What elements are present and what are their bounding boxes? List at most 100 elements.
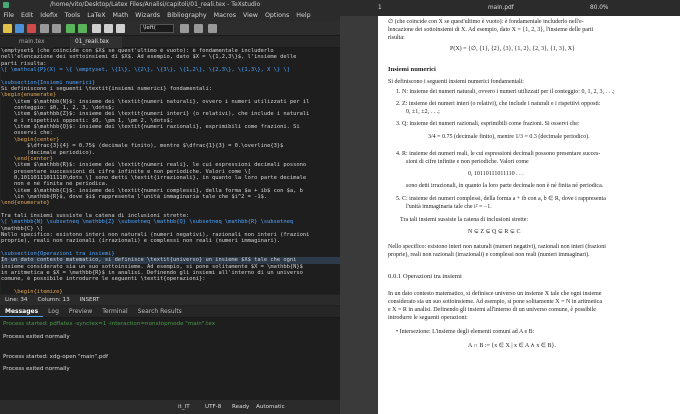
tab-preview[interactable]: Preview bbox=[64, 306, 97, 317]
texstudio-app-icon bbox=[3, 2, 9, 8]
app-status-bar: it_IT UTF-8 Ready Automatic bbox=[0, 400, 340, 414]
pdf-text-line: N ⊊ Z ⊊ Q ⊊ R ⊊ C bbox=[468, 229, 521, 235]
pdf-text-line: proprie), reali non razionali (irraziona… bbox=[388, 252, 590, 258]
code-line[interactable]: \item $\mathbb{R}$: insieme dei \textit{… bbox=[1, 162, 340, 168]
pdf-text-line: sioni di cifre infinite e non periodiche… bbox=[406, 159, 529, 165]
pdf-text-line: A ∩ B := {x ∈ X | x ∈ A ∧ x ∈ B}. bbox=[468, 343, 556, 349]
build-view-icon[interactable] bbox=[78, 24, 87, 33]
pdf-text-line: 3. Q: insieme dei numeri razionali, espr… bbox=[396, 121, 580, 127]
encoding-indicator[interactable]: UTF-8 bbox=[205, 400, 221, 414]
pdf-text-line: 3/4 = 0.75 (decimale finito), mentre 1/3… bbox=[428, 134, 590, 140]
window-title: /home/vito/Desktop/Latex Files/Analisi/c… bbox=[50, 1, 261, 8]
pdf-text-line: l'unità immaginaria tale che i² = −1. bbox=[406, 204, 492, 210]
pdf-text-line: In un dato contesto matematico, si defin… bbox=[388, 291, 602, 297]
italic-icon[interactable] bbox=[104, 24, 113, 33]
toolbar: \left( bbox=[0, 21, 340, 36]
message-line: Process started: pdflatex -synctex=1 -in… bbox=[3, 321, 216, 327]
tab-terminal[interactable]: Terminal bbox=[97, 306, 132, 317]
menu-options[interactable]: Options bbox=[261, 10, 292, 21]
ready-status: Ready bbox=[232, 404, 250, 410]
code-line[interactable]: nell'elencazione dei sottoinsiemi di $X$… bbox=[1, 54, 340, 60]
subscript-icon[interactable] bbox=[208, 24, 217, 33]
tab-log[interactable]: Log bbox=[43, 306, 64, 317]
pdf-text-line: 0, 10110111011110 . . . bbox=[468, 171, 524, 177]
compile-icon[interactable] bbox=[66, 24, 75, 33]
pdf-text-line: considerato sia un suo sottoinsieme. Ad … bbox=[388, 299, 603, 305]
pdf-text-line: ∅ (che coincide con X se quest'ultimo è … bbox=[388, 19, 584, 25]
editor-pane: /home/vito/Desktop/Latex Files/Analisi/c… bbox=[0, 0, 340, 414]
pdf-text-line: 2. Z: insieme dei numeri interi (o relat… bbox=[396, 101, 601, 107]
line-indicator: Line: 34 bbox=[5, 297, 28, 303]
code-line[interactable]: In un dato contesto matematico, si defin… bbox=[1, 257, 340, 264]
pdf-text-line: introdurre le seguenti operazioni: bbox=[388, 315, 468, 321]
fraction-icon[interactable] bbox=[180, 24, 189, 33]
pdf-text-line: 0, ±1, ±2, . . .; bbox=[406, 109, 440, 115]
new-file-icon[interactable] bbox=[3, 24, 12, 33]
menu-macros[interactable]: Macros bbox=[210, 10, 239, 21]
editor-status-bar: Line: 34 Column: 13 INSERT bbox=[0, 295, 340, 305]
pdf-page-number[interactable]: 1 bbox=[378, 0, 382, 16]
code-line[interactable]: \item $\mathbb{C}$: insieme dei \textit{… bbox=[1, 188, 340, 194]
tab-main-tex[interactable]: main.tex bbox=[14, 36, 54, 48]
menu-latex[interactable]: LaTeX bbox=[84, 10, 109, 21]
pdf-filename: main.pdf bbox=[488, 5, 514, 11]
close-icon[interactable] bbox=[27, 24, 36, 33]
tab-messages[interactable]: Messages bbox=[0, 306, 44, 317]
pdf-viewer: 1 main.pdf 80.0% ∅ (che coincide con X s… bbox=[340, 0, 680, 414]
pdf-text-line: • Intersezione: L'insieme degli elementi… bbox=[396, 329, 535, 335]
menu-bibliography[interactable]: Bibliography bbox=[164, 10, 211, 21]
code-line[interactable]: \item $\mathbb{Z}$: insieme dei \textit{… bbox=[1, 111, 340, 117]
math-mode-icon[interactable] bbox=[194, 24, 203, 33]
title-bar: /home/vito/Desktop/Latex Files/Analisi/c… bbox=[0, 0, 340, 10]
bottom-panel-tabs: Messages Log Preview Terminal Search Res… bbox=[0, 306, 340, 318]
menu-edit[interactable]: Edit bbox=[18, 10, 37, 21]
pdf-text-line: 0.0.1 Operazioni tra insiemi bbox=[388, 273, 462, 280]
menu-bar: File Edit Idefix Tools LaTeX Math Wizard… bbox=[0, 10, 340, 21]
pdf-text-line: sono detti irrazionali, in quanto la lor… bbox=[406, 183, 604, 189]
menu-idefix[interactable]: Idefix bbox=[37, 10, 61, 21]
menu-wizards[interactable]: Wizards bbox=[132, 10, 164, 21]
pdf-text-line: Nello specifico: esistono interi non nat… bbox=[388, 244, 606, 250]
menu-help[interactable]: Help bbox=[293, 10, 314, 21]
pdf-text-line: P(X) = {∅, {1}, {2}, {3}, {1, 2}, {2, 3}… bbox=[450, 46, 575, 52]
tab-search-results[interactable]: Search Results bbox=[133, 306, 187, 317]
automatic-indicator[interactable]: Automatic bbox=[256, 400, 285, 414]
left-delimiter-select[interactable]: \left( bbox=[140, 24, 174, 33]
pdf-toolbar: 1 main.pdf 80.0% bbox=[340, 0, 680, 16]
pdf-text-line: lencazione dei sottoinsiemi di X. Ad ese… bbox=[388, 27, 594, 33]
pdf-text-line: 5. C: insieme dei numeri complessi, dell… bbox=[396, 196, 606, 202]
code-editor[interactable]: \emptyset$ (che coincide con $X$ se ques… bbox=[1, 48, 340, 294]
menu-tools[interactable]: Tools bbox=[61, 10, 84, 21]
menu-view[interactable]: View bbox=[239, 10, 261, 21]
redo-icon[interactable] bbox=[52, 24, 61, 33]
pdf-page[interactable]: ∅ (che coincide con X se quest'ultimo è … bbox=[378, 16, 680, 414]
bold-icon[interactable] bbox=[92, 24, 101, 33]
pdf-zoom[interactable]: 80.0% bbox=[590, 0, 608, 16]
menu-file[interactable]: File bbox=[0, 10, 18, 21]
language-indicator[interactable]: it_IT bbox=[178, 400, 190, 414]
menu-math[interactable]: Math bbox=[109, 10, 132, 21]
message-line: Process started: xdg-open "main".pdf bbox=[3, 354, 108, 360]
pdf-text-line: Insiemi numerici bbox=[388, 66, 436, 73]
pdf-text-line: Si definiscono i seguenti insiemi numeri… bbox=[388, 79, 524, 85]
column-indicator: Column: 13 bbox=[37, 297, 70, 303]
tab-01-reali-tex[interactable]: 01_reali.tex bbox=[70, 36, 122, 48]
pdf-text-line: e X = R in analisi. Definendo gli insiem… bbox=[388, 307, 596, 313]
pdf-text-line: 1. N: insieme dei numeri naturali, ovver… bbox=[396, 89, 615, 95]
save-icon[interactable] bbox=[15, 24, 24, 33]
undo-icon[interactable] bbox=[40, 24, 49, 33]
code-line[interactable]: \begin{itemize} bbox=[1, 289, 340, 294]
pdf-side-area bbox=[340, 16, 378, 414]
message-line: Process exited normally bbox=[3, 366, 70, 372]
underline-icon[interactable] bbox=[116, 24, 125, 33]
tab-bar: main.tex 01_reali.tex bbox=[0, 36, 340, 48]
pdf-text-line: risulta: bbox=[388, 35, 405, 41]
code-line[interactable]: \[ \mathcal{P}(X) = \{ \emptyset, \{1\},… bbox=[1, 67, 340, 73]
pdf-text-line: 4. R: insieme dei numeri reali, le cui e… bbox=[396, 151, 601, 157]
code-line[interactable]: \[ \mathbb{N} \subsetneq \mathbb{Z} \sub… bbox=[1, 219, 340, 225]
messages-panel: Process started: pdflatex -synctex=1 -in… bbox=[0, 318, 340, 400]
insert-mode-indicator: INSERT bbox=[79, 297, 100, 303]
app-window: /home/vito/Desktop/Latex Files/Analisi/c… bbox=[0, 0, 680, 414]
message-line: Process exited normally bbox=[3, 334, 70, 340]
pdf-text-line: Tra tali insiemi sussiste la catena di i… bbox=[400, 217, 529, 223]
